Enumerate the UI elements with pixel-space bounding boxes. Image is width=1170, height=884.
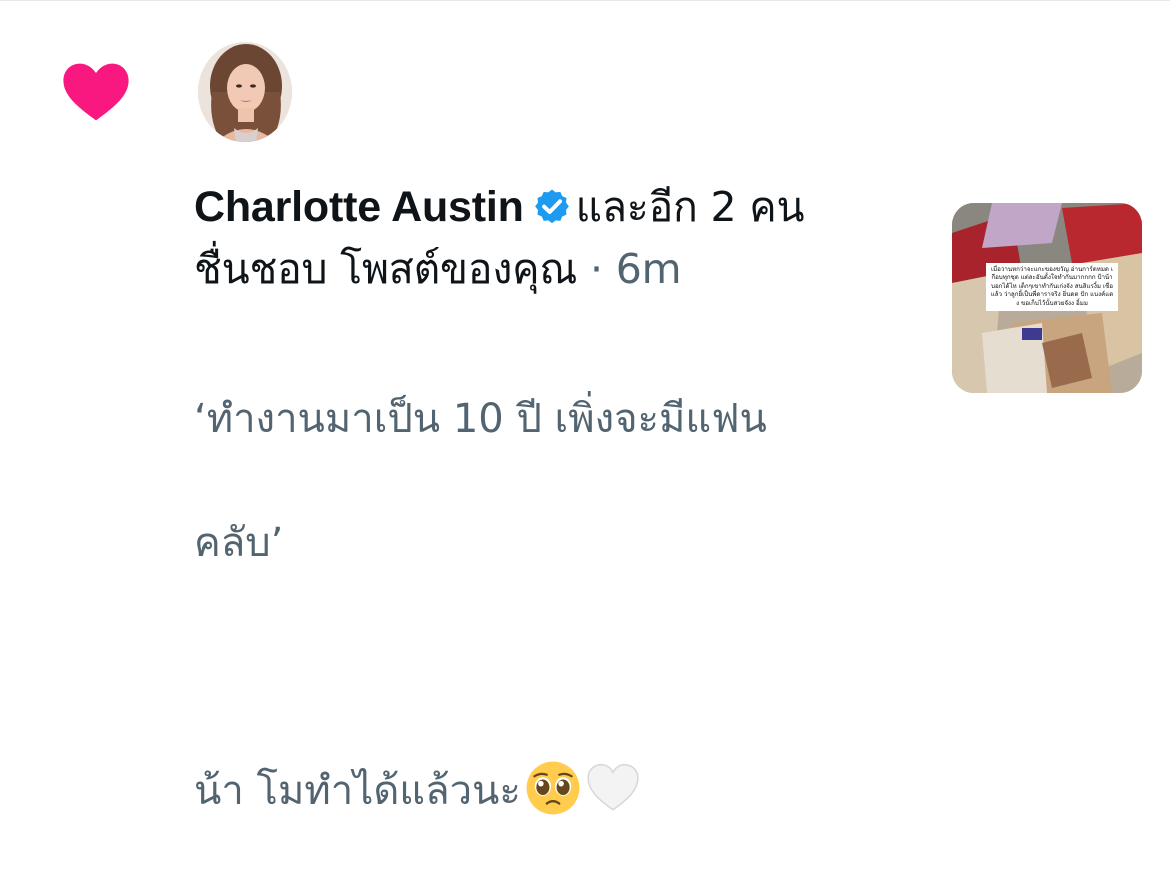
post-text[interactable]: ‘ทำงานมาเป็น 10 ปี เพิ่งจะมีแฟน คลับ’ น้… [194, 326, 914, 884]
post-line-1: ‘ทำงานมาเป็น 10 ปี เพิ่งจะมีแฟน [194, 396, 767, 442]
heart-icon [63, 63, 129, 121]
white-heart-emoji [587, 763, 639, 811]
time-ago: 6m [615, 245, 682, 293]
post-blank-line [194, 636, 914, 698]
post-line-2: คลับ’ [194, 520, 284, 566]
and-others-text[interactable]: และอีก 2 คน [576, 183, 805, 231]
pleading-face-emoji [526, 761, 580, 815]
time-separator: · [590, 245, 603, 293]
avatar-image [198, 42, 292, 142]
action-text: ชื่นชอบ โพสต์ของคุณ [194, 245, 578, 293]
top-divider [0, 0, 1170, 1]
verified-badge-icon [534, 189, 569, 224]
actor-name[interactable]: Charlotte Austin [194, 183, 524, 231]
thumbnail-caption: เมื่อวานหกว่าจะแกะของขวัญ อ่านการ์ดหมด เ… [986, 263, 1118, 312]
avatar[interactable] [198, 42, 292, 142]
post-line-3-wrapper: น้า โมทำได้แล้วนะ [194, 760, 914, 822]
post-line-3: น้า โมทำได้แล้วนะ [194, 768, 521, 814]
notification-text: Charlotte Austin และอีก 2 คน ชื่นชอบ โพส… [194, 176, 914, 300]
post-thumbnail[interactable]: เมื่อวานหกว่าจะแกะของขวัญ อ่านการ์ดหมด เ… [952, 203, 1142, 393]
